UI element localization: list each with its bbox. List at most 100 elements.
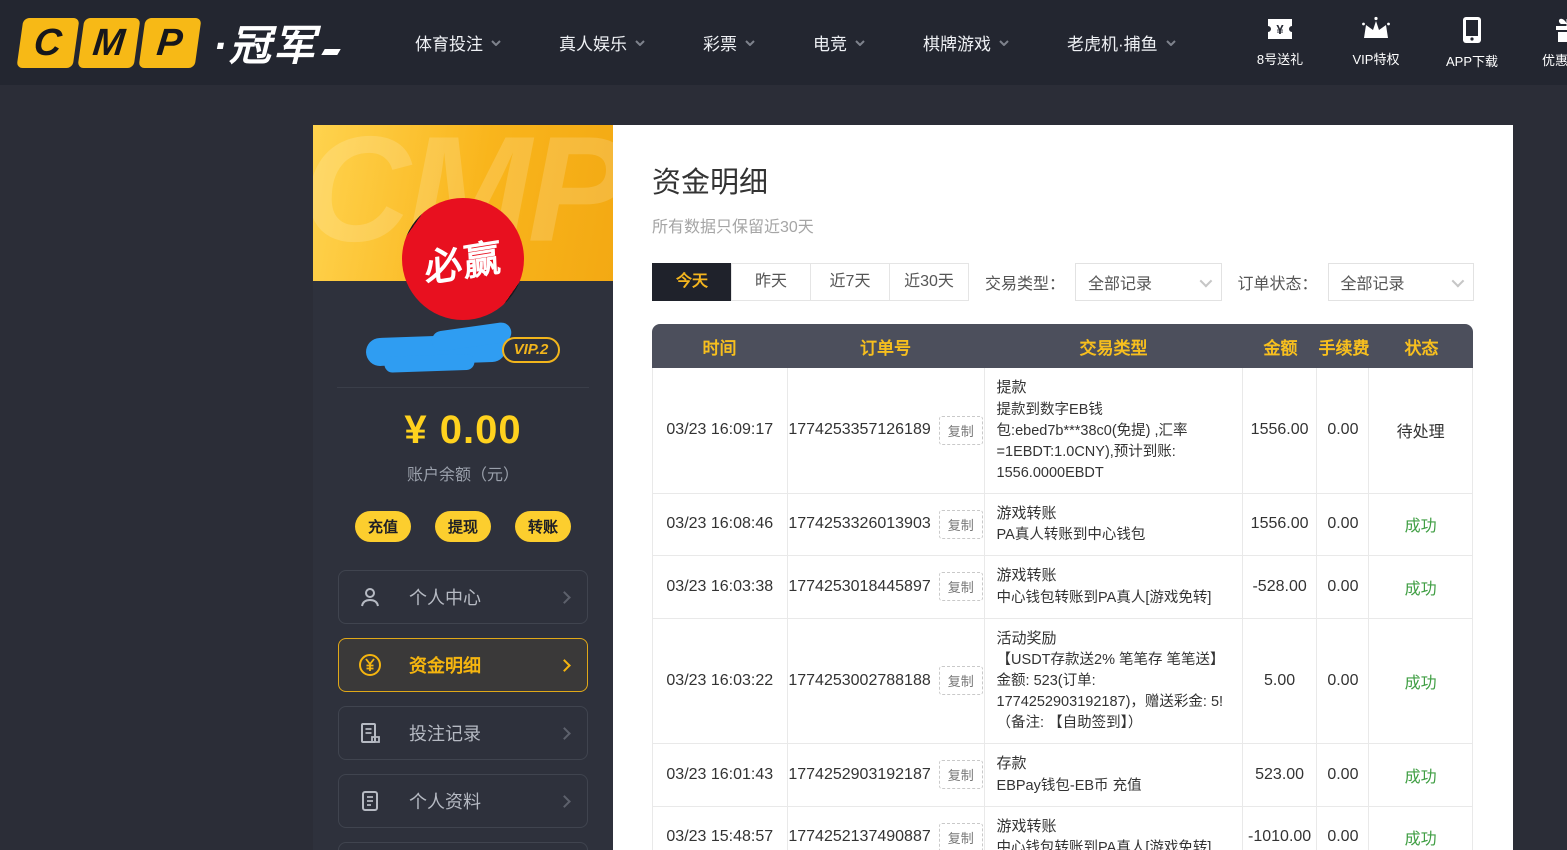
quick-link-label: 8号送礼 [1257, 49, 1303, 68]
amount-value: 5.00 [1264, 672, 1295, 690]
cell-status: 成功 [1369, 619, 1472, 744]
order-number: 1774252903192187 [788, 766, 930, 784]
nav-item-esports[interactable]: 电竞 [813, 30, 865, 55]
sidebar-item-bet-records[interactable]: 投注记录 [338, 706, 588, 760]
nav-item-label: 真人娱乐 [559, 30, 627, 55]
cell-type: 存款 EBPay钱包-EB币 充值 [985, 744, 1243, 806]
fee-value: 0.00 [1327, 672, 1358, 690]
status-badge: 待处理 [1397, 418, 1445, 442]
cell-fee: 0.00 [1317, 556, 1369, 618]
sidebar-item-personal-center[interactable]: 个人中心 [338, 570, 588, 624]
select-value: 全部记录 [1088, 270, 1152, 294]
copy-button[interactable]: 复制 [939, 666, 983, 695]
sidebar-item-security-center[interactable]: 安全中心 [338, 842, 588, 850]
tab-today[interactable]: 今天 [652, 263, 732, 301]
nav-item-sports[interactable]: 体育投注 [415, 30, 501, 55]
transaction-type-description: EBPay钱包-EB币 充值 [997, 776, 1142, 797]
fee-value: 0.00 [1327, 828, 1358, 846]
order-number: 1774253326013903 [788, 515, 930, 533]
logo-letter: C [32, 21, 64, 64]
tab-last7days[interactable]: 近7天 [810, 263, 890, 301]
wallet-actions: 充值 提现 转账 [313, 511, 613, 542]
chevron-down-icon [745, 40, 755, 46]
copy-button[interactable]: 复制 [939, 416, 983, 445]
fee-value: 0.00 [1327, 766, 1358, 784]
copy-button[interactable]: 复制 [939, 823, 983, 850]
sidebar-item-personal-profile[interactable]: 个人资料 [338, 774, 588, 828]
cell-type: 游戏转账 PA真人转账到中心钱包 [985, 494, 1243, 556]
nav-item-board-games[interactable]: 棋牌游戏 [923, 30, 1009, 55]
username-redacted-scribble [365, 334, 506, 367]
copy-button[interactable]: 复制 [939, 510, 983, 539]
site-logo[interactable]: C M P ·冠军 [20, 12, 339, 73]
tab-yesterday[interactable]: 昨天 [731, 263, 811, 301]
order-status-select[interactable]: 全部记录 [1328, 263, 1474, 301]
cell-order: 1774253357126189 复制 [788, 368, 985, 493]
cell-order: 1774253326013903 复制 [788, 494, 985, 556]
nav-item-slots-fishing[interactable]: 老虎机·捕鱼 [1067, 30, 1176, 55]
transaction-type-title: 游戏转账 [997, 565, 1057, 588]
cell-time: 03/23 15:48:57 [653, 807, 788, 850]
svg-text:¥: ¥ [1276, 22, 1284, 37]
amount-value: 1556.00 [1251, 515, 1309, 533]
transfer-button[interactable]: 转账 [515, 511, 571, 542]
cell-order: 1774252903192187 复制 [788, 744, 985, 806]
funds-table: 时间 订单号 交易类型 金额 手续费 状态 03/23 16:09:17 177… [652, 324, 1473, 850]
crown-icon [1361, 16, 1391, 42]
tab-last30days[interactable]: 近30天 [889, 263, 969, 301]
select-value: 全部记录 [1341, 270, 1405, 294]
quick-link-label: VIP特权 [1353, 49, 1400, 68]
nav-item-label: 棋牌游戏 [923, 30, 991, 55]
cell-amount: 1556.00 [1243, 494, 1318, 556]
chevron-down-icon [999, 40, 1009, 46]
cell-type: 提款 提款到数字EB钱包:ebed7b***38c0(免提) ,汇率=1EBDT… [985, 368, 1243, 493]
fee-value: 0.00 [1327, 421, 1358, 439]
sidebar-item-label: 投注记录 [409, 720, 481, 746]
withdraw-button[interactable]: 提现 [435, 511, 491, 542]
table-row: 03/23 16:01:43 1774252903192187 复制 存款 EB… [653, 744, 1472, 807]
quick-link-gift8[interactable]: ¥ 8号送礼 [1245, 16, 1315, 70]
copy-button[interactable]: 复制 [939, 760, 983, 789]
nav-item-lottery[interactable]: 彩票 [703, 30, 755, 55]
quick-link-vip[interactable]: VIP特权 [1341, 16, 1411, 70]
logo-letter: M [91, 21, 127, 64]
status-badge: 成功 [1405, 763, 1437, 787]
deposit-button[interactable]: 充值 [355, 511, 411, 542]
sidebar-divider [337, 387, 589, 388]
chevron-down-icon [1166, 40, 1176, 46]
user-row: VIP.2 [313, 331, 613, 369]
order-number: 1774253018445897 [788, 578, 930, 596]
cell-type: 活动奖励 【USDT存款送2% 笔笔存 笔笔送】金额: 523(订单: 1774… [985, 619, 1243, 744]
time-value: 03/23 16:03:22 [666, 672, 773, 690]
status-badge: 成功 [1405, 825, 1437, 849]
sidebar-item-label: 个人资料 [409, 788, 481, 814]
cell-time: 03/23 16:03:22 [653, 619, 788, 744]
table-row: 03/23 16:03:22 1774253002788188 复制 活动奖励 … [653, 619, 1472, 745]
amount-value: 1556.00 [1251, 421, 1309, 439]
quick-link-app[interactable]: APP下载 [1437, 16, 1507, 70]
top-navbar: C M P ·冠军 体育投注 真人娱乐 彩票 电竞 棋牌游戏 老虎机·捕鱼 [0, 0, 1567, 85]
col-header-fee: 手续费 [1318, 334, 1370, 359]
chevron-down-icon [1452, 274, 1465, 287]
amount-value: -1010.00 [1248, 828, 1311, 846]
avatar[interactable]: 必赢 [402, 198, 524, 320]
quick-link-promo[interactable]: 优惠活动 [1533, 16, 1567, 70]
copy-button[interactable]: 复制 [939, 572, 983, 601]
amount-value: 523.00 [1255, 766, 1304, 784]
cell-time: 03/23 16:09:17 [653, 368, 788, 493]
order-status-label: 订单状态： [1238, 270, 1318, 294]
time-value: 03/23 16:03:38 [666, 578, 773, 596]
nav-item-label: 彩票 [703, 30, 737, 55]
cell-fee: 0.00 [1317, 807, 1369, 850]
chevron-right-icon [558, 591, 571, 604]
fee-value: 0.00 [1327, 578, 1358, 596]
page-subtitle: 所有数据只保留近30天 [652, 213, 1474, 237]
transaction-type-select[interactable]: 全部记录 [1075, 263, 1221, 301]
profile-icon [357, 788, 383, 814]
date-range-tabs: 今天 昨天 近7天 近30天 [652, 263, 969, 301]
table-row: 03/23 16:09:17 1774253357126189 复制 提款 提款… [653, 368, 1472, 494]
nav-item-live-casino[interactable]: 真人娱乐 [559, 30, 645, 55]
filter-controls: 今天 昨天 近7天 近30天 交易类型： 全部记录 订单状态： 全部记录 [652, 263, 1474, 301]
transaction-type-title: 提款 [997, 377, 1027, 400]
sidebar-item-funds-detail[interactable]: 资金明细 [338, 638, 588, 692]
